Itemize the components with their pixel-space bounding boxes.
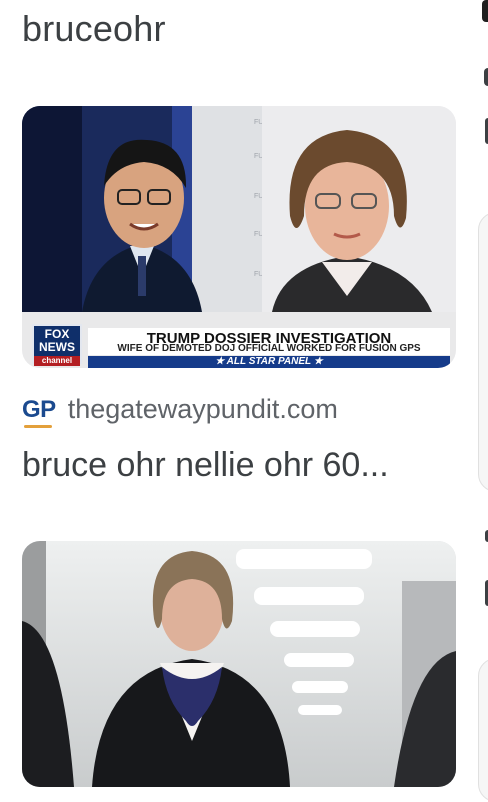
svg-text:FU: FU [254,271,263,278]
result-source[interactable]: GP thegatewaypundit.com [22,394,338,428]
svg-text:FU: FU [254,231,263,238]
hallway-photo-image [22,541,456,787]
source-domain: thegatewaypundit.com [67,394,338,424]
svg-text:FU: FU [254,193,263,200]
result-title[interactable]: bruce ohr nellie ohr 60... [22,446,389,485]
news-chyron: FOX NEWS channel TRUMP DOSSIER INVESTIGA… [22,312,456,368]
next-column-card[interactable] [478,212,488,492]
svg-text:FU: FU [254,153,263,160]
search-query-heading: bruceohr [22,8,166,49]
gp-logo-icon: GP [22,395,56,428]
chyron-subline: WIFE OF DEMOTED DOJ OFFICIAL WORKED FOR … [88,343,450,355]
result-thumbnail-1[interactable]: FU FU FU FU FU FOX NEWS channel TRUMP DOSS… [22,106,456,368]
next-column-text-fragment [484,68,488,86]
svg-text:FU: FU [254,119,263,126]
result-thumbnail-2[interactable] [22,541,456,787]
fox-news-logo: FOX NEWS channel [32,324,82,366]
next-column-edge[interactable] [482,0,488,22]
chyron-panel: ★ ALL STAR PANEL ★ [88,356,450,368]
next-column-card[interactable] [478,658,488,802]
